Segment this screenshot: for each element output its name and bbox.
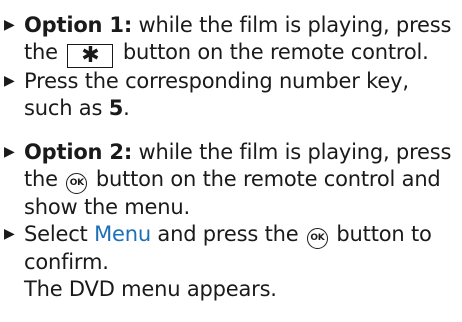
instruction-text-1: Option 1: while the film is playing, pre… bbox=[24, 12, 462, 68]
bullet-arrow-icon: ▶ bbox=[4, 73, 15, 89]
instruction-text-2: Press the corresponding number key, such… bbox=[24, 68, 462, 122]
ok-button-icon: OK bbox=[66, 173, 88, 194]
ok-button-icon: OK bbox=[306, 228, 328, 249]
instruction-text-4: Select Menu and press the OK button to c… bbox=[24, 221, 462, 303]
instruction-2-text-before: Press the corresponding number key, such… bbox=[24, 69, 409, 120]
instruction-text-3: Option 2: while the film is playing, pre… bbox=[24, 139, 462, 221]
option-1-label: Option 1: bbox=[24, 13, 133, 37]
result-text: The DVD menu appears. bbox=[24, 277, 277, 301]
instruction-item-1: ▶ Option 1: while the film is playing, p… bbox=[0, 12, 462, 68]
bullet-arrow-icon: ▶ bbox=[4, 17, 15, 33]
bullet-arrow-icon: ▶ bbox=[4, 226, 15, 242]
instruction-item-3: ▶ Option 2: while the film is playing, p… bbox=[0, 139, 462, 221]
menu-label: Menu bbox=[94, 222, 151, 246]
instruction-1-text-after: button on the remote control. bbox=[122, 40, 429, 64]
instruction-3-text-after: button on the remote control and show th… bbox=[24, 167, 441, 219]
instruction-4-text-mid: and press the bbox=[157, 222, 299, 246]
instruction-item-4: ▶ Select Menu and press the OK button to… bbox=[0, 221, 462, 303]
star-key-icon: ✱ bbox=[67, 44, 114, 68]
instructions-document: ▶ Option 1: while the film is playing, p… bbox=[0, 0, 462, 303]
option-2-label: Option 2: bbox=[24, 140, 133, 164]
bullet-arrow-icon: ▶ bbox=[4, 144, 15, 160]
number-key-label: 5 bbox=[108, 96, 124, 120]
instruction-4-text-before: Select bbox=[24, 222, 88, 246]
instruction-item-2: ▶ Press the corresponding number key, su… bbox=[0, 68, 462, 122]
instruction-2-text-after: . bbox=[123, 96, 130, 120]
